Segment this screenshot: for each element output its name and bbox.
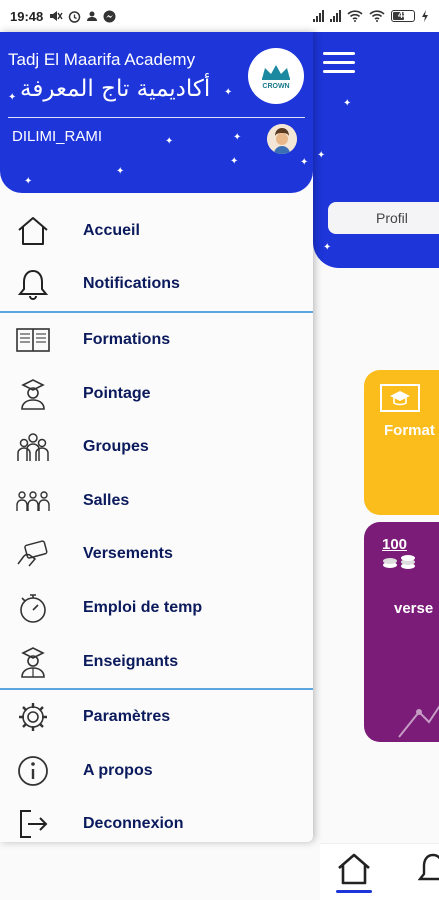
star-decoration: ✦	[8, 92, 17, 103]
star-decoration: ✦	[224, 87, 233, 98]
charging-icon	[422, 10, 428, 22]
classroom-icon	[16, 484, 50, 518]
payment-icon	[16, 537, 50, 571]
graduate-icon	[16, 377, 50, 411]
header-divider	[8, 117, 305, 118]
menu-item-emploi-de-temp[interactable]: Emploi de temp	[0, 581, 313, 635]
menu-label: Salles	[83, 491, 130, 509]
status-system-icons: 48	[313, 10, 429, 22]
bell-icon	[16, 267, 50, 301]
menu-item-parametres[interactable]: Paramètres	[0, 690, 313, 744]
star-decoration: ✦	[24, 176, 33, 187]
info-icon	[16, 754, 50, 788]
avatar-face-icon	[267, 124, 297, 154]
menu-item-groupes[interactable]: Groupes	[0, 420, 313, 474]
money-icon: 100	[382, 536, 422, 572]
formations-card-label: Format	[384, 422, 435, 439]
nav-home-icon[interactable]	[336, 852, 372, 886]
menu-item-salles[interactable]: Salles	[0, 474, 313, 528]
menu-label: Deconnexion	[83, 815, 184, 833]
versements-card[interactable]: 100 verse	[364, 522, 439, 742]
menu-label: Accueil	[83, 221, 140, 239]
bottom-navigation	[320, 843, 439, 900]
wifi-icon	[347, 10, 363, 22]
home-icon	[16, 214, 50, 248]
star-decoration: ✦	[233, 132, 242, 143]
username: DILIMI_RAMI	[12, 128, 103, 145]
drawer-menu: Accueil Notifications Formations Pointag…	[0, 204, 313, 851]
menu-item-formations[interactable]: Formations	[0, 313, 313, 367]
alarm-icon	[69, 10, 81, 23]
logo-text: CROWN	[262, 82, 290, 90]
menu-item-enseignants[interactable]: Enseignants	[0, 635, 313, 689]
profil-button[interactable]: Profil	[328, 202, 439, 234]
chart-decoration	[398, 705, 439, 738]
status-time: 19:48	[10, 8, 44, 24]
star-decoration: ✦	[165, 136, 174, 147]
versements-card-label: verse	[394, 600, 434, 617]
menu-item-notifications[interactable]: Notifications	[0, 258, 313, 312]
nav-bell-icon[interactable]	[418, 852, 439, 886]
star-decoration: ✦	[323, 242, 332, 253]
menu-label: Formations	[83, 330, 171, 348]
menu-item-a-propos[interactable]: A propos	[0, 744, 313, 798]
status-notification-icons	[49, 10, 116, 23]
logout-icon	[16, 807, 50, 841]
menu-item-versements[interactable]: Versements	[0, 528, 313, 582]
star-decoration: ✦	[300, 157, 309, 168]
menu-label: A propos	[83, 761, 153, 779]
screen: 19:48 48 ✦ ✦ ✦ Profil Format 100 verse ✦…	[0, 0, 439, 900]
wifi-2-icon	[369, 10, 385, 22]
star-decoration: ✦	[116, 166, 125, 177]
academy-name-arabic: أكاديمية تاج المعرفة	[20, 76, 211, 102]
stopwatch-icon	[16, 591, 50, 625]
status-bar: 19:48 48	[0, 0, 439, 32]
menu-label: Versements	[83, 545, 173, 563]
academy-name: Tadj El Maarifa Academy	[8, 50, 196, 69]
group-icon	[16, 430, 50, 464]
navigation-drawer: ✦ ✦ ✦ ✦ ✦ ✦ ✦ ✦ Tadj El Maarifa Academy …	[0, 32, 313, 842]
formations-card-icon	[380, 384, 420, 412]
account-icon	[87, 11, 98, 21]
app-header-background: ✦ ✦ ✦ Profil	[313, 32, 439, 268]
menu-item-deconnexion[interactable]: Deconnexion	[0, 798, 313, 852]
drawer-header: ✦ ✦ ✦ ✦ ✦ ✦ ✦ ✦ Tadj El Maarifa Academy …	[0, 32, 313, 193]
menu-label: Groupes	[83, 438, 149, 456]
signal-icon	[313, 10, 324, 22]
teacher-icon	[16, 645, 50, 679]
messenger-icon	[103, 10, 116, 22]
avatar[interactable]	[267, 124, 297, 154]
menu-label: Notifications	[83, 275, 180, 293]
signal-2-icon	[330, 10, 341, 22]
book-icon	[16, 323, 50, 357]
star-decoration: ✦	[343, 98, 352, 109]
menu-hamburger-icon[interactable]	[323, 52, 355, 79]
nav-active-indicator	[336, 890, 372, 893]
menu-item-accueil[interactable]: Accueil	[0, 204, 313, 258]
money-amount: 100	[382, 536, 408, 553]
battery-level: 48	[397, 10, 408, 20]
mute-icon	[50, 11, 63, 21]
star-decoration: ✦	[317, 150, 326, 161]
formations-card[interactable]: Format	[364, 370, 439, 515]
menu-item-pointage[interactable]: Pointage	[0, 367, 313, 421]
menu-label: Enseignants	[83, 652, 179, 670]
gear-icon	[16, 700, 50, 734]
crown-logo-icon	[262, 64, 290, 80]
profil-label: Profil	[376, 210, 408, 226]
battery-icon: 48	[391, 10, 415, 22]
menu-label: Paramètres	[83, 708, 171, 726]
star-decoration: ✦	[230, 156, 239, 167]
academy-logo: CROWN	[248, 48, 304, 104]
menu-label: Emploi de temp	[83, 598, 203, 616]
menu-label: Pointage	[83, 384, 151, 402]
